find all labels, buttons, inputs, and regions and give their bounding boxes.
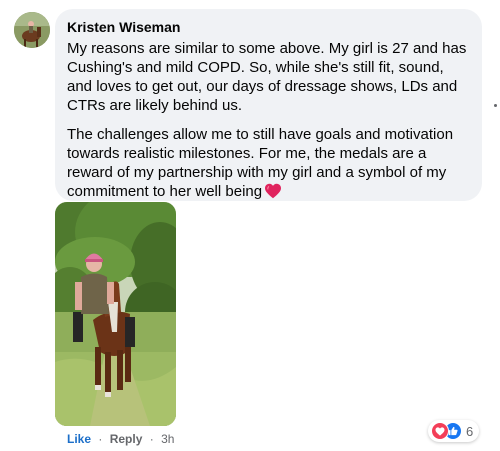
- comment-paragraph-1: My reasons are similar to some above. My…: [67, 40, 467, 114]
- comment-photo[interactable]: [55, 202, 176, 426]
- author-avatar[interactable]: [14, 12, 50, 48]
- more-options-dot[interactable]: [494, 104, 497, 107]
- separator-dot: ·: [98, 432, 103, 446]
- comment-actions: Like · Reply · 3h: [67, 432, 174, 447]
- reply-link[interactable]: Reply: [110, 432, 143, 446]
- reaction-summary[interactable]: 6: [428, 420, 480, 442]
- love-reaction-icon: [431, 422, 449, 440]
- comment-paragraph-2-text: The challenges allow me to still have go…: [67, 126, 454, 200]
- avatar-image: [14, 12, 50, 48]
- comment-paragraph-2: The challenges allow me to still have go…: [67, 125, 470, 204]
- comment-author[interactable]: Kristen Wiseman: [67, 18, 470, 36]
- red-heart-icon: [264, 183, 282, 204]
- reaction-count: 6: [466, 423, 474, 439]
- comment-bubble: Kristen Wiseman My reasons are similar t…: [55, 9, 482, 201]
- horse-riding-photo: [55, 202, 176, 426]
- separator-dot: ·: [149, 432, 154, 446]
- comment-thread: Kristen Wiseman My reasons are similar t…: [0, 0, 500, 451]
- comment-timestamp[interactable]: 3h: [161, 432, 174, 446]
- like-link[interactable]: Like: [67, 432, 91, 446]
